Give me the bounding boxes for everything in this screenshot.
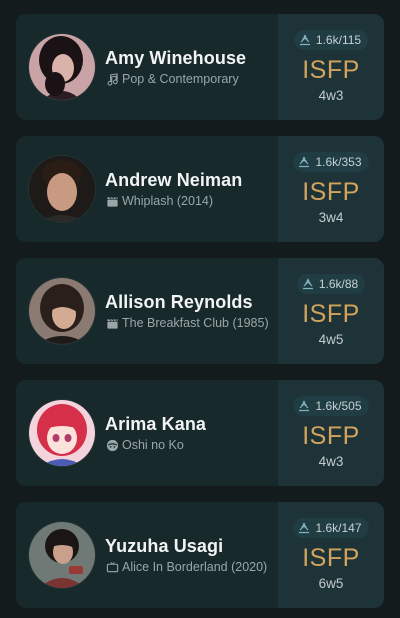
profile-category: Whiplash (2014) <box>105 193 242 209</box>
profile-card-main[interactable]: Yuzuha Usagi Alice In Borderland (2020) <box>16 502 278 608</box>
personality-panel[interactable]: 1.6k/88 ISFP 4w5 <box>278 258 384 364</box>
vote-count-badge: 1.6k/147 <box>293 518 369 538</box>
mbti-type: ISFP <box>302 422 360 450</box>
avatar <box>29 156 95 222</box>
vote-count-badge: 1.6k/353 <box>293 152 369 172</box>
mbti-type: ISFP <box>302 56 360 84</box>
profile-name: Allison Reynolds <box>105 292 253 312</box>
profile-name: Andrew Neiman <box>105 170 243 190</box>
profile-card-yuzuha-usagi[interactable]: Yuzuha Usagi Alice In Borderland (2020) … <box>16 502 384 608</box>
profile-card-main[interactable]: Arima Kana Oshi no Ko <box>16 380 278 486</box>
vote-count-badge: 1.6k/88 <box>296 274 366 294</box>
profile-name: Amy Winehouse <box>105 48 247 68</box>
category-label: Oshi no Ko <box>122 438 184 452</box>
profile-card-main[interactable]: Allison Reynolds The Breakfast Club (198… <box>16 258 278 364</box>
personality-panel[interactable]: 1.6k/115 ISFP 4w3 <box>278 14 384 120</box>
anime-icon <box>105 438 119 452</box>
avatar <box>29 278 95 344</box>
profile-card-amy-winehouse[interactable]: Amy Winehouse Pop & Contemporary 1.6k/11… <box>16 14 384 120</box>
tv-icon <box>105 560 119 574</box>
profile-card-andrew-neiman[interactable]: Andrew Neiman Whiplash (2014) 1.6k/353 I… <box>16 136 384 242</box>
profile-name: Arima Kana <box>105 414 207 434</box>
mbti-type: ISFP <box>302 178 360 206</box>
profile-category: Oshi no Ko <box>105 437 206 453</box>
vote-count: 1.6k/353 <box>315 155 362 169</box>
vote-count: 1.6k/147 <box>315 521 362 535</box>
enneagram-type: 4w5 <box>318 332 344 347</box>
vote-count-badge: 1.6k/115 <box>293 30 369 50</box>
votes-icon <box>299 522 310 534</box>
category-label: Whiplash (2014) <box>122 194 214 208</box>
film-clapper-icon <box>105 194 119 208</box>
profile-card-arima-kana[interactable]: Arima Kana Oshi no Ko 1.6k/505 ISFP 4w3 <box>16 380 384 486</box>
category-label: The Breakfast Club (1985) <box>122 316 269 330</box>
category-label: Pop & Contemporary <box>122 72 239 86</box>
personality-panel[interactable]: 1.6k/353 ISFP 3w4 <box>278 136 384 242</box>
mbti-type: ISFP <box>302 544 360 572</box>
vote-count: 1.6k/88 <box>318 277 359 291</box>
votes-icon <box>302 278 313 290</box>
profile-category: Pop & Contemporary <box>105 71 246 87</box>
avatar <box>29 34 95 100</box>
profile-card-allison-reynolds[interactable]: Allison Reynolds The Breakfast Club (198… <box>16 258 384 364</box>
mbti-type: ISFP <box>302 300 360 328</box>
vote-count: 1.6k/505 <box>315 399 362 413</box>
enneagram-type: 6w5 <box>318 576 344 591</box>
vote-count-badge: 1.6k/505 <box>293 396 369 416</box>
votes-icon <box>299 34 310 46</box>
votes-icon <box>299 400 310 412</box>
profile-list: Amy Winehouse Pop & Contemporary 1.6k/11… <box>0 0 400 618</box>
personality-panel[interactable]: 1.6k/505 ISFP 4w3 <box>278 380 384 486</box>
category-label: Alice In Borderland (2020) <box>122 560 268 574</box>
enneagram-type: 3w4 <box>318 210 344 225</box>
personality-panel[interactable]: 1.6k/147 ISFP 6w5 <box>278 502 384 608</box>
profile-category: The Breakfast Club (1985) <box>105 315 269 331</box>
music-note-icon <box>105 72 119 86</box>
profile-name: Yuzuha Usagi <box>105 536 224 556</box>
profile-category: Alice In Borderland (2020) <box>105 559 267 575</box>
avatar <box>29 400 95 466</box>
profile-card-main[interactable]: Andrew Neiman Whiplash (2014) <box>16 136 278 242</box>
avatar <box>29 522 95 588</box>
enneagram-type: 4w3 <box>318 88 344 103</box>
enneagram-type: 4w3 <box>318 454 344 469</box>
film-clapper-icon <box>105 316 119 330</box>
votes-icon <box>299 156 310 168</box>
profile-card-main[interactable]: Amy Winehouse Pop & Contemporary <box>16 14 278 120</box>
vote-count: 1.6k/115 <box>315 33 362 47</box>
